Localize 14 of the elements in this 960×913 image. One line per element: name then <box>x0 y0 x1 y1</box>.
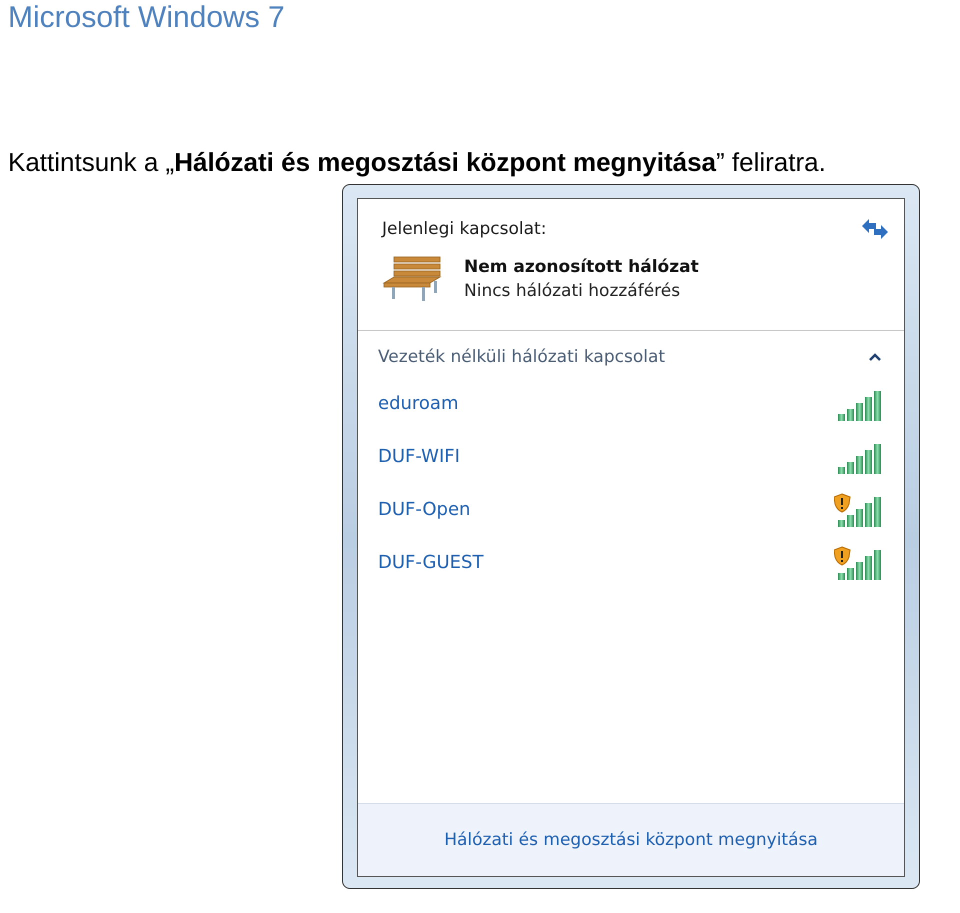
network-link[interactable]: DUF-GUEST <box>378 552 484 573</box>
section-title: Vezeték nélküli hálózati kapcsolat <box>378 347 666 367</box>
network-name: Nem azonosított hálózat <box>464 257 699 277</box>
refresh-arrows-icon[interactable] <box>860 217 890 241</box>
caret-up-icon[interactable] <box>868 352 882 362</box>
network-status: Nincs hálózati hozzáférés <box>464 281 682 301</box>
bench-icon <box>382 255 444 303</box>
current-connection-label: Jelenlegi kapcsolat: <box>382 219 546 239</box>
network-center-link[interactable]: Hálózati és megosztási központ megnyitása <box>444 830 818 850</box>
network-link[interactable]: eduroam <box>378 393 458 414</box>
document-heading: Microsoft Windows 7 <box>8 0 285 36</box>
network-link[interactable]: DUF-WIFI <box>378 446 460 467</box>
instruction-text: Kattintsunk a „Hálózati és megosztási központ megnyitása” feliratra. <box>8 146 826 178</box>
network-link[interactable]: DUF-Open <box>378 499 470 520</box>
